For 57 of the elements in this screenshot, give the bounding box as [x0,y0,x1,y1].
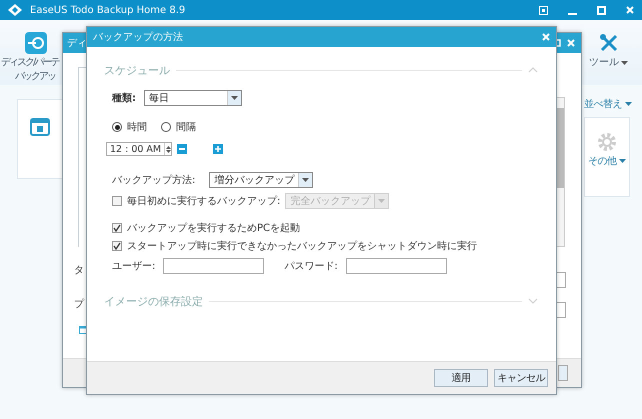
caret-icon [625,102,632,106]
maximize-icon[interactable] [597,6,606,14]
checkbox-label: スタートアップ時に実行できなかったバックアップをシャットダウン時に実行 [127,240,477,253]
caret-icon [378,199,386,203]
radio-button[interactable] [161,122,171,132]
button[interactable] [558,365,568,381]
password-field[interactable] [346,258,447,274]
window-icon[interactable] [30,118,50,136]
gear-icon[interactable] [597,132,617,152]
type-label: 種類: [112,92,136,105]
close-icon[interactable] [626,6,634,14]
checkbox[interactable] [556,272,566,288]
chevron-down-icon[interactable] [528,298,538,304]
tools-icon[interactable] [598,32,620,54]
field-label: タ [74,264,84,277]
app-title: EaseUS Todo Backup Home 8.9 [30,4,186,16]
restore-icon[interactable] [539,6,548,14]
plus-icon [215,146,222,152]
section-title: イメージの保存設定 [104,294,203,309]
dialog-title: ディ [67,37,87,50]
cancel-button[interactable]: キャンセル [494,369,548,387]
close-icon[interactable] [567,39,575,47]
user-field[interactable] [163,258,264,274]
minus-icon [179,148,186,150]
checkbox-label: バックアップを実行するためPCを起動 [127,222,300,235]
checkbox-label: 毎日初めに実行するバックアップ: [127,194,280,208]
plus-button[interactable] [213,144,224,154]
checkbox[interactable] [112,223,122,233]
caret-icon [231,96,238,100]
caret-icon [619,159,626,163]
tools-menu[interactable]: ツール [589,57,628,68]
caret-icon [621,60,628,64]
disk-backup-label[interactable]: バックアッ [15,71,55,82]
input-field[interactable] [556,302,566,318]
radio-button[interactable] [112,122,122,132]
dialog-title: バックアップの方法 [93,30,183,44]
method-dropdown[interactable]: 増分バックアップ [209,172,314,188]
user-label: ユーザー: [112,260,156,273]
section-title: スケジュール [104,63,170,78]
chevron-up-icon[interactable] [528,67,538,73]
password-label: パスワード: [284,260,338,273]
time-field[interactable]: 12 : 00 AM [106,142,172,156]
disk-backup-label[interactable]: ディスク/パーテ [1,57,58,68]
close-icon[interactable] [542,33,550,41]
logo-icon [8,4,22,16]
sort-menu[interactable]: 並べ替え [584,97,632,111]
method-label: バックアップ方法: [112,174,196,187]
radio-label: 間隔 [176,121,196,134]
other-menu[interactable]: その他 [588,154,626,168]
spinner-icon[interactable] [166,144,171,154]
type-dropdown[interactable]: 毎日 [144,90,242,106]
minus-button[interactable] [177,144,188,154]
field-label: プ [74,298,84,311]
apply-button[interactable]: 適用 [434,369,488,387]
caret-icon [302,178,310,182]
radio-label: 時間 [127,120,147,134]
checkbox[interactable] [112,241,122,251]
